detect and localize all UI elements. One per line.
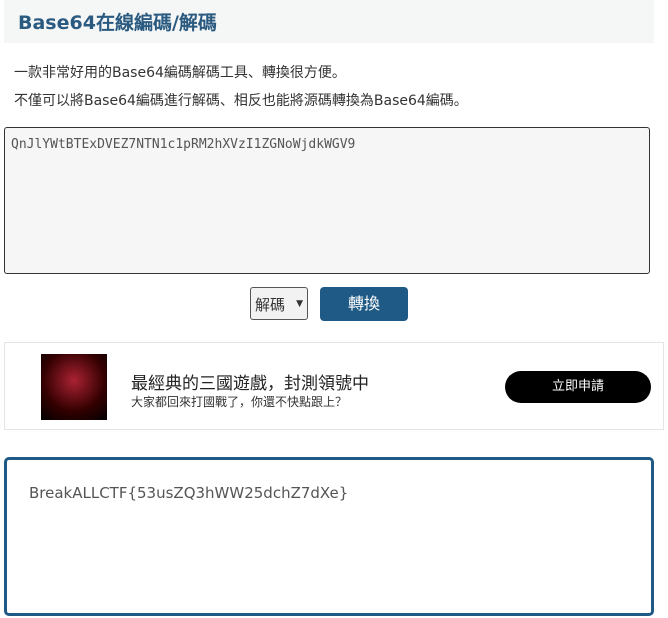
ad-headline: 最經典的三國遊戲，封測領號中 <box>131 374 369 394</box>
mode-select[interactable]: 解碼 ▼ <box>250 287 308 320</box>
description-line-2: 不僅可以將Base64編碼進行解碼、相反也能將源碼轉換為Base64編碼。 <box>14 93 468 109</box>
ad-banner[interactable]: 最經典的三國遊戲，封測領號中 大家都回來打國戰了，你還不快點跟上？ 立即申請 <box>4 342 664 430</box>
chevron-down-icon: ▼ <box>296 299 303 309</box>
ad-subline: 大家都回來打國戰了，你還不快點跟上？ <box>131 395 348 409</box>
page-header: Base64在線編碼/解碼 <box>4 0 654 43</box>
mode-select-value: 解碼 <box>255 296 286 314</box>
description-line-1: 一款非常好用的Base64編碼解碼工具、轉換很方便。 <box>14 65 346 81</box>
game-logo-image <box>41 354 107 420</box>
ad-apply-button[interactable]: 立即申請 <box>505 371 651 403</box>
input-textarea[interactable]: QnJlYWtBTExDVEZ7NTN1c1pRM2hXVzI1ZGNoWjdk… <box>4 127 650 274</box>
output-textarea[interactable]: BreakALLCTF{53usZQ3hWW25dchZ7dXe} <box>4 457 654 616</box>
page-title: Base64在線編碼/解碼 <box>18 12 217 34</box>
convert-button[interactable]: 轉換 <box>320 287 408 321</box>
